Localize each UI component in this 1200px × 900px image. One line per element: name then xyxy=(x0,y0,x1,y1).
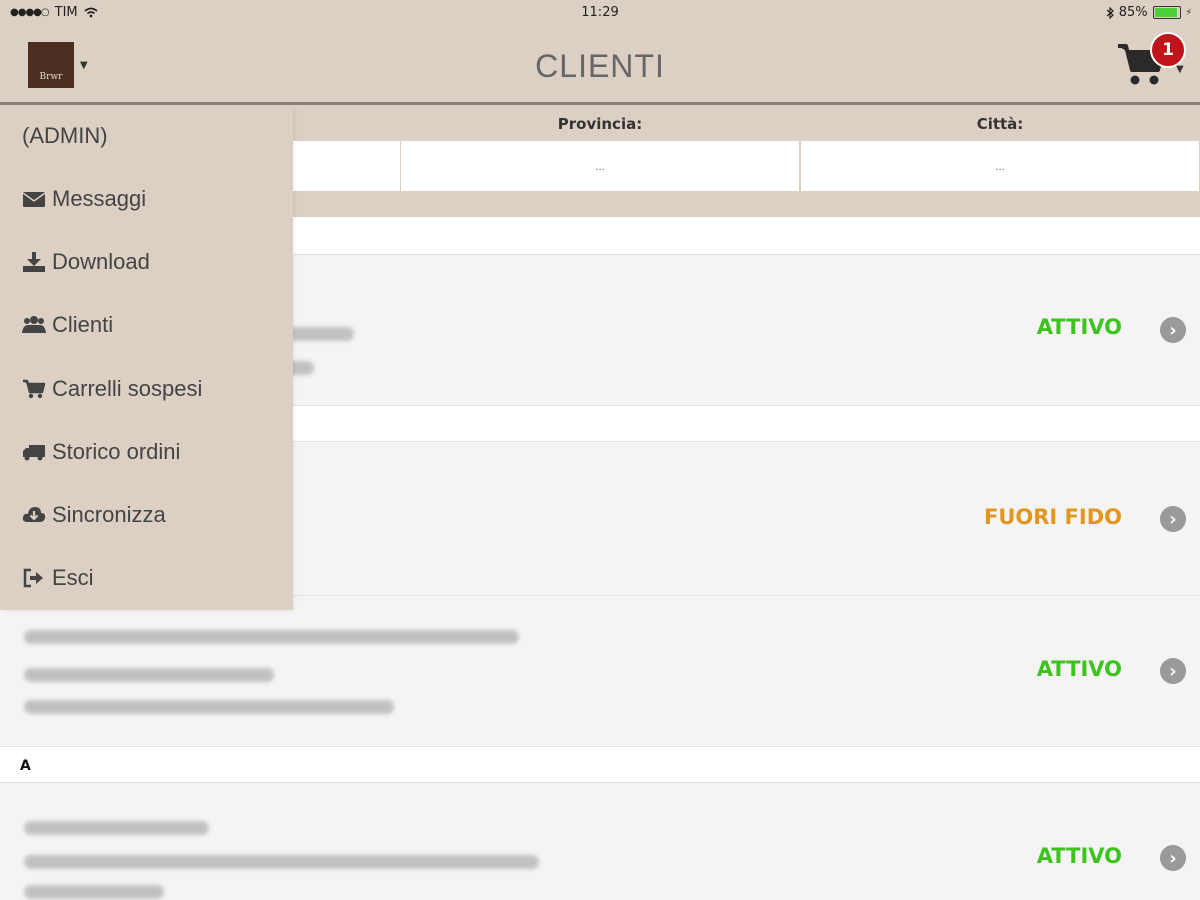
customer-name-blurred xyxy=(24,821,209,835)
menu-item-esci[interactable]: Esci xyxy=(22,558,94,598)
menu-item-label: Sincronizza xyxy=(52,502,166,527)
bluetooth-icon xyxy=(1106,6,1114,19)
chevron-right-icon[interactable]: › xyxy=(1160,658,1186,684)
customer-phone-blurred xyxy=(24,885,164,899)
status-bar: ●●●●○ TIM 11:29 85% ⚡ xyxy=(0,0,1200,26)
menu-item-download[interactable]: Download xyxy=(22,242,150,282)
customer-phone-blurred xyxy=(24,700,394,714)
chevron-right-icon[interactable]: › xyxy=(1160,317,1186,343)
sign-out-icon xyxy=(23,568,43,588)
charging-icon: ⚡ xyxy=(1185,7,1192,18)
menu-item-sincronizza[interactable]: Sincronizza xyxy=(22,495,166,535)
cart-badge: 1 xyxy=(1150,32,1186,68)
menu-item-label: Clienti xyxy=(52,312,114,337)
menu-item-label: Storico ordini xyxy=(52,439,181,464)
citta-input[interactable] xyxy=(801,141,1199,191)
truck-icon xyxy=(23,445,45,461)
status-badge: ATTIVO xyxy=(1036,844,1122,868)
cart-icon xyxy=(23,379,46,399)
chevron-right-icon[interactable]: › xyxy=(1160,845,1186,871)
filter-column-provincia: Provincia: xyxy=(401,105,799,217)
menu-item-label: Download xyxy=(52,249,150,274)
status-time: 11:29 xyxy=(581,5,619,20)
download-icon xyxy=(23,252,45,272)
provincia-input[interactable] xyxy=(401,141,799,191)
customer-row[interactable]: ATTIVO › xyxy=(0,783,1200,900)
section-header-a: A xyxy=(0,747,1200,783)
battery-fill xyxy=(1154,8,1177,17)
provincia-label: Provincia: xyxy=(557,115,643,133)
filter-column-citta: Città: xyxy=(801,105,1199,217)
app-header: Brwr ▼ CLIENTI 1 ▼ xyxy=(0,26,1200,105)
side-menu: (ADMIN) Messaggi Download Clienti Carrel… xyxy=(0,105,293,610)
menu-item-carrelli-sospesi[interactable]: Carrelli sospesi xyxy=(22,369,202,409)
menu-item-label: Carrelli sospesi xyxy=(52,376,203,401)
customer-address-blurred xyxy=(24,668,274,682)
menu-item-messaggi[interactable]: Messaggi xyxy=(22,179,146,219)
chevron-right-icon[interactable]: › xyxy=(1160,506,1186,532)
customer-name-blurred xyxy=(24,630,519,644)
cloud-download-icon xyxy=(22,507,46,522)
menu-item-label: Messaggi xyxy=(52,186,147,211)
cart-chevron-down-icon[interactable]: ▼ xyxy=(1176,64,1184,75)
battery-icon xyxy=(1152,6,1181,19)
page-title: CLIENTI xyxy=(535,48,665,84)
menu-user-label: (ADMIN) xyxy=(22,116,108,156)
menu-item-clienti[interactable]: Clienti xyxy=(22,305,113,345)
status-badge: FUORI FIDO xyxy=(984,505,1122,529)
status-bar-right: 85% ⚡ xyxy=(1106,5,1192,20)
users-icon xyxy=(22,316,46,333)
envelope-icon xyxy=(22,192,46,207)
menu-item-storico-ordini[interactable]: Storico ordini xyxy=(22,432,180,472)
menu-item-label: Esci xyxy=(52,565,94,590)
citta-label: Città: xyxy=(976,115,1024,133)
status-badge: ATTIVO xyxy=(1036,657,1122,681)
battery-percent: 85% xyxy=(1118,5,1148,20)
status-badge: ATTIVO xyxy=(1036,315,1122,339)
customer-address-blurred xyxy=(24,855,539,869)
user-role: (ADMIN) xyxy=(22,123,108,148)
customer-row[interactable]: ATTIVO › xyxy=(0,596,1200,747)
